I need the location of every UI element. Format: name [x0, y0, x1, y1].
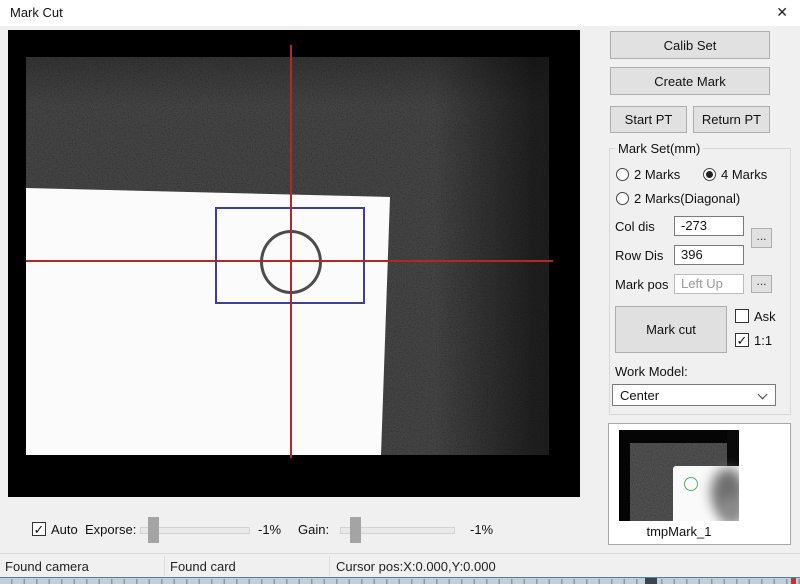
window-title: Mark Cut	[10, 5, 63, 20]
status-camera: Found camera	[5, 559, 89, 574]
ask-checkbox[interactable]	[735, 309, 749, 323]
radio-selected-dot	[706, 171, 713, 178]
crosshair-horizontal-line	[26, 260, 553, 262]
taskbar-red-mark	[791, 578, 796, 584]
radio-2-marks-label[interactable]: 2 Marks	[634, 167, 680, 182]
status-card: Found card	[170, 559, 236, 574]
auto-checkbox-label[interactable]: Auto	[51, 522, 78, 537]
distance-more-button[interactable]: ...	[751, 228, 772, 248]
ask-checkbox-label[interactable]: Ask	[754, 309, 776, 324]
mark-pos-label: Mark pos	[615, 277, 668, 292]
status-cursor-pos: Cursor pos:X:0.000,Y:0.000	[336, 559, 496, 574]
mark-set-group-title: Mark Set(mm)	[615, 141, 703, 156]
ratio-1-1-checkbox[interactable]: ✓	[735, 333, 749, 347]
auto-checkbox[interactable]: ✓	[32, 522, 46, 536]
return-pt-button[interactable]: Return PT	[693, 106, 770, 133]
ratio-1-1-checkbox-label[interactable]: 1:1	[754, 333, 772, 348]
radio-2-marks-diagonal-label[interactable]: 2 Marks(Diagonal)	[634, 191, 740, 206]
status-bar: Found camera Found card Cursor pos:X:0.0…	[0, 553, 800, 577]
calib-set-button[interactable]: Calib Set	[610, 31, 770, 59]
exposure-slider-handle[interactable]	[148, 517, 159, 543]
thumb-mark-circle	[684, 477, 698, 491]
status-separator	[329, 556, 330, 576]
exposure-label: Exporse:	[85, 522, 136, 537]
gain-label: Gain:	[298, 522, 329, 537]
gain-value: -1%	[470, 522, 493, 537]
radio-2-marks[interactable]	[616, 168, 629, 181]
title-bar: Mark Cut ✕	[0, 0, 800, 26]
radio-4-marks-label[interactable]: 4 Marks	[721, 167, 767, 182]
start-pt-button[interactable]: Start PT	[610, 106, 687, 133]
status-separator	[164, 556, 165, 576]
thumb-black-border-left	[619, 430, 630, 521]
thumb-black-border-top	[619, 430, 739, 443]
mark-thumbnail-panel[interactable]: tmpMark_1	[608, 423, 791, 545]
mark-cut-button[interactable]: Mark cut	[615, 306, 727, 353]
taskbar-ticks	[0, 579, 800, 584]
row-dis-input[interactable]: 396	[674, 245, 744, 265]
col-dis-input[interactable]: -273	[674, 216, 744, 236]
col-dis-label: Col dis	[615, 219, 655, 234]
create-mark-button[interactable]: Create Mark	[610, 67, 770, 95]
thumbnail-caption: tmpMark_1	[619, 524, 739, 539]
row-dis-label: Row Dis	[615, 248, 663, 263]
crosshair-vertical-line	[290, 45, 292, 458]
mark-thumbnail-image	[619, 430, 739, 521]
thumb-shadow-blob-2	[719, 496, 739, 521]
work-model-dropdown[interactable]: Center	[612, 384, 776, 406]
work-model-selected-value: Center	[620, 388, 659, 403]
mark-pos-more-button[interactable]: ...	[751, 275, 772, 293]
mark-pos-input: Left Up	[674, 274, 744, 294]
radio-4-marks[interactable]	[703, 168, 716, 181]
taskbar-sliver	[0, 577, 800, 584]
exposure-value: -1%	[258, 522, 281, 537]
mark-cut-dialog: Mark Cut ✕ Calib Set Create Mark	[0, 0, 800, 584]
work-model-label: Work Model:	[615, 364, 688, 379]
taskbar-dark-mark	[645, 578, 657, 584]
camera-view[interactable]	[8, 30, 580, 497]
close-icon[interactable]: ✕	[776, 4, 788, 21]
gain-slider-handle[interactable]	[350, 517, 361, 543]
thumb-black-border-right	[727, 430, 739, 470]
chevron-down-icon	[758, 390, 768, 400]
radio-2-marks-diagonal[interactable]	[616, 192, 629, 205]
